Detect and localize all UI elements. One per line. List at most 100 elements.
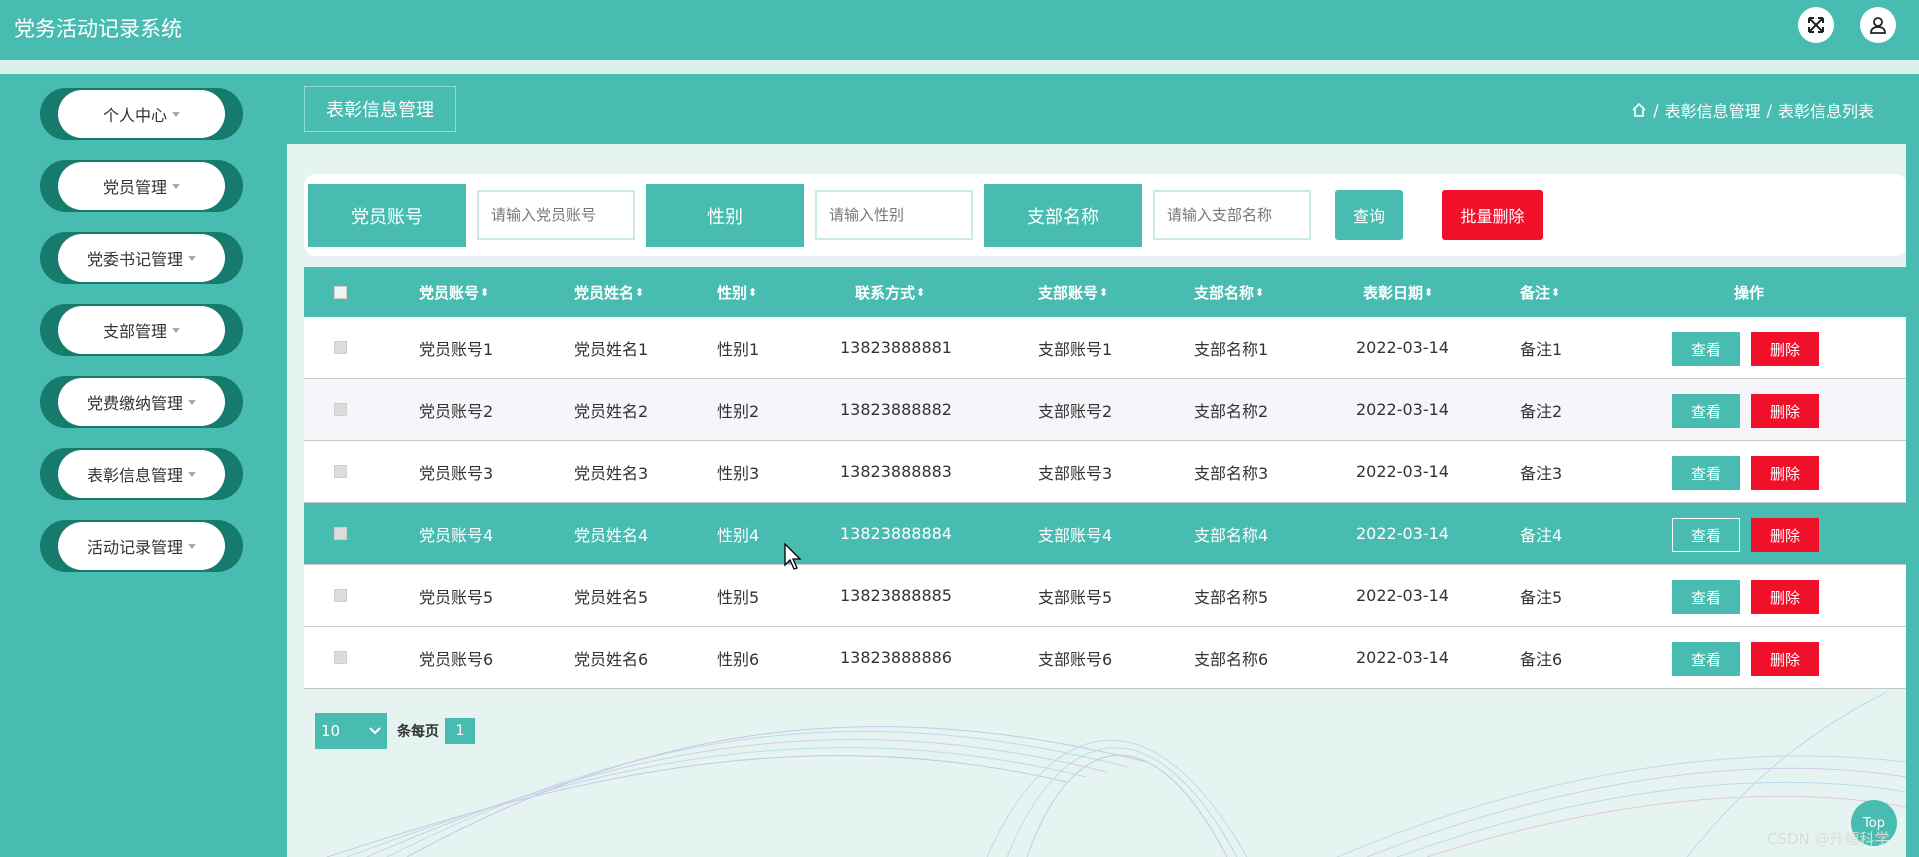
cell-note: 备注4	[1520, 525, 1563, 545]
cell-note: 备注2	[1520, 401, 1563, 421]
table-row[interactable]: 党员账号1 党员姓名1 性别1 13823888881 支部账号1 支部名称1 …	[304, 317, 1907, 379]
gender-search-input[interactable]	[815, 190, 973, 240]
cell-branch-no: 支部账号4	[1038, 525, 1113, 545]
table-header: 党员账号 ⬍ 党员姓名 ⬍ 性别 ⬍ 联系方式 ⬍ 支部账号 ⬍ 支部名称 ⬍ 表彰日期 ⬍ …	[304, 267, 1907, 317]
cell-note: 备注1	[1520, 339, 1563, 359]
view-button[interactable]: 查看	[1672, 456, 1740, 490]
fullscreen-icon[interactable]	[1798, 7, 1834, 43]
cell-name: 党员姓名3	[574, 463, 649, 483]
background-waves	[326, 691, 1906, 857]
gender-label: 性别	[646, 184, 804, 247]
table-row[interactable]: 党员账号2 党员姓名2 性别2 13823888882 支部账号2 支部名称2 …	[304, 379, 1907, 441]
caret-down-icon	[188, 471, 196, 477]
chevron-down-icon	[369, 727, 381, 735]
account-search-input[interactable]	[477, 190, 635, 240]
row-checkbox[interactable]	[334, 527, 347, 540]
row-checkbox[interactable]	[334, 341, 347, 354]
column-header-phone[interactable]: 联系方式 ⬍	[855, 267, 925, 317]
cell-account: 党员账号3	[419, 463, 494, 483]
cell-date: 2022-03-14	[1356, 586, 1449, 605]
delete-button[interactable]: 删除	[1751, 456, 1819, 490]
table-row-highlighted[interactable]: 党员账号4 党员姓名4 性别4 13823888884 支部账号4 支部名称4 …	[304, 503, 1907, 565]
cell-phone: 13823888883	[840, 462, 952, 481]
sidebar-item-label: 表彰信息管理	[86, 466, 183, 485]
batch-delete-button[interactable]: 批量删除	[1442, 190, 1543, 240]
cell-name: 党员姓名5	[574, 587, 649, 607]
cell-name: 党员姓名1	[574, 339, 649, 359]
page-size-select[interactable]: 10	[315, 713, 387, 749]
search-panel: 党员账号 性别 支部名称 查询 批量删除	[304, 174, 1907, 256]
column-header-branch-no[interactable]: 支部账号 ⬍	[1038, 267, 1108, 317]
cell-gender: 性别2	[717, 401, 760, 421]
sort-icon: ⬍	[1424, 285, 1434, 299]
delete-button[interactable]: 删除	[1751, 332, 1819, 366]
cell-branch-no: 支部账号1	[1038, 339, 1113, 359]
sidebar-item-secretary-management[interactable]: 党委书记管理	[40, 232, 243, 284]
user-icon[interactable]	[1860, 7, 1896, 43]
caret-down-icon	[172, 183, 180, 189]
view-button[interactable]: 查看	[1672, 394, 1740, 428]
cell-date: 2022-03-14	[1356, 338, 1449, 357]
home-icon[interactable]	[1631, 102, 1647, 118]
sidebar-item-commendation-management[interactable]: 表彰信息管理	[40, 448, 243, 500]
page-number-button[interactable]: 1	[445, 718, 475, 744]
breadcrumb-separator: /	[1766, 100, 1772, 120]
view-button[interactable]: 查看	[1672, 580, 1740, 614]
pagination: 10 条每页 1	[315, 713, 475, 749]
delete-button[interactable]: 删除	[1751, 580, 1819, 614]
sidebar-item-member-management[interactable]: 党员管理	[40, 160, 243, 212]
sort-icon: ⬍	[1551, 285, 1561, 299]
column-header-note[interactable]: 备注 ⬍	[1520, 267, 1560, 317]
column-header-branch-name[interactable]: 支部名称 ⬍	[1194, 267, 1264, 317]
top-divider	[0, 60, 1919, 74]
column-header-gender[interactable]: 性别 ⬍	[717, 267, 757, 317]
page-title: 表彰信息管理	[304, 86, 456, 132]
cell-gender: 性别6	[717, 649, 760, 669]
cell-branch-no: 支部账号3	[1038, 463, 1113, 483]
cell-note: 备注6	[1520, 649, 1563, 669]
sidebar-item-label: 支部管理	[102, 322, 167, 341]
column-header-account[interactable]: 党员账号 ⬍	[419, 267, 489, 317]
sidebar-item-personal-center[interactable]: 个人中心	[40, 88, 243, 140]
cell-gender: 性别3	[717, 463, 760, 483]
table-row[interactable]: 党员账号6 党员姓名6 性别6 13823888886 支部账号6 支部名称6 …	[304, 627, 1907, 689]
table-row[interactable]: 党员账号3 党员姓名3 性别3 13823888883 支部账号3 支部名称3 …	[304, 441, 1907, 503]
breadcrumb-separator: /	[1653, 100, 1659, 120]
caret-down-icon	[188, 399, 196, 405]
row-checkbox[interactable]	[334, 651, 347, 664]
sidebar-item-label: 活动记录管理	[86, 538, 183, 557]
row-checkbox[interactable]	[334, 589, 347, 602]
main-content: 表彰信息管理 / 表彰信息管理 / 表彰信息列表 党员账号 性别 支部名称 查询…	[287, 74, 1919, 857]
row-checkbox[interactable]	[334, 465, 347, 478]
view-button[interactable]: 查看	[1672, 642, 1740, 676]
cell-branch-name: 支部名称6	[1194, 649, 1269, 669]
sidebar-item-branch-management[interactable]: 支部管理	[40, 304, 243, 356]
branch-search-input[interactable]	[1153, 190, 1311, 240]
query-button[interactable]: 查询	[1335, 190, 1403, 240]
app-title: 党务活动记录系统	[14, 17, 182, 41]
select-all-checkbox[interactable]	[334, 285, 347, 299]
mouse-cursor-icon	[784, 543, 802, 570]
row-checkbox[interactable]	[334, 403, 347, 416]
delete-button[interactable]: 删除	[1751, 518, 1819, 552]
sidebar-item-dues-management[interactable]: 党费缴纳管理	[40, 376, 243, 428]
breadcrumb-level1[interactable]: 表彰信息管理	[1665, 98, 1761, 122]
delete-button[interactable]: 删除	[1751, 642, 1819, 676]
caret-down-icon	[188, 543, 196, 549]
column-header-date[interactable]: 表彰日期 ⬍	[1363, 267, 1433, 317]
table-row[interactable]: 党员账号5 党员姓名5 性别5 13823888885 支部账号5 支部名称5 …	[304, 565, 1907, 627]
sidebar-item-activity-management[interactable]: 活动记录管理	[40, 520, 243, 572]
sidebar-item-label: 个人中心	[102, 106, 167, 125]
cell-branch-name: 支部名称2	[1194, 401, 1269, 421]
caret-down-icon	[172, 111, 180, 117]
delete-button[interactable]: 删除	[1751, 394, 1819, 428]
cell-account: 党员账号4	[419, 525, 494, 545]
column-header-name[interactable]: 党员姓名 ⬍	[574, 267, 644, 317]
view-button[interactable]: 查看	[1672, 518, 1740, 552]
column-header-actions: 操作	[1734, 283, 1765, 302]
cell-phone: 13823888881	[840, 338, 952, 357]
cell-date: 2022-03-14	[1356, 462, 1449, 481]
view-button[interactable]: 查看	[1672, 332, 1740, 366]
sidebar-item-label: 党委书记管理	[86, 250, 183, 269]
cell-phone: 13823888882	[840, 400, 952, 419]
